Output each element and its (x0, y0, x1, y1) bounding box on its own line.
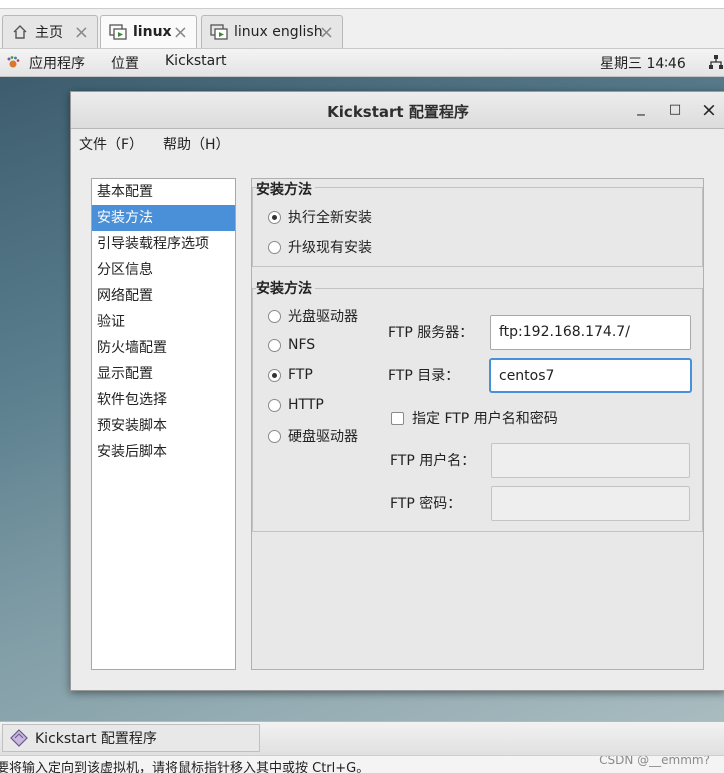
radio-fresh-install[interactable]: 执行全新安装 (268, 207, 372, 227)
minimize-button[interactable]: _ (631, 97, 651, 117)
radio-ftp[interactable]: FTP (268, 367, 313, 383)
nav-item-pre-script[interactable]: 预安装脚本 (92, 413, 235, 439)
radio-button[interactable] (268, 429, 281, 443)
install-type-title: 安装方法 (256, 179, 315, 199)
vm-top-edge (0, 0, 724, 9)
ftp-server-input[interactable]: ftp:192.168.174.7/ (490, 315, 691, 350)
kickstart-app-icon (9, 728, 29, 748)
radio-nfs[interactable]: NFS (268, 337, 315, 353)
radio-label: 光盘驱动器 (288, 309, 358, 325)
close-icon[interactable]: × (173, 22, 188, 43)
category-list: 基本配置 安装方法 引导装载程序选项 分区信息 网络配置 验证 防火墙配置 显示… (91, 178, 236, 670)
gnome-foot-icon (6, 55, 20, 69)
close-icon[interactable]: × (74, 22, 89, 43)
ftp-server-label: FTP 服务器： (388, 325, 474, 341)
close-icon[interactable]: × (319, 22, 334, 43)
radio-button[interactable] (268, 398, 281, 412)
tab-home[interactable]: 主页 × (2, 15, 98, 48)
active-app-menu[interactable]: Kickstart (165, 53, 226, 69)
tab-linux[interactable]: linux × (100, 15, 197, 48)
radio-button[interactable] (268, 240, 281, 254)
vm-status-bar: 要将输入定向到该虚拟机，请将鼠标指针移入其中或按 Ctrl+G。 CSDN @_… (0, 755, 724, 773)
vm-icon (109, 23, 127, 41)
checkbox[interactable] (391, 411, 404, 425)
radio-harddrive[interactable]: 硬盘驱动器 (268, 426, 358, 446)
taskbar: Kickstart 配置程序 (0, 721, 724, 755)
tab-label: linux english (234, 24, 323, 40)
nav-item-packages[interactable]: 软件包选择 (92, 387, 235, 413)
radio-button-checked[interactable] (268, 210, 281, 224)
window-titlebar[interactable]: Kickstart 配置程序 _ □ × (71, 92, 724, 129)
network-icon[interactable] (709, 54, 723, 74)
tab-linux-english[interactable]: linux english × (201, 15, 343, 48)
radio-label: FTP (288, 367, 313, 383)
vm-tab-strip: 主页 × linux × linux english × (0, 0, 724, 49)
status-message: 要将输入定向到该虚拟机，请将鼠标指针移入其中或按 Ctrl+G。 (0, 761, 370, 773)
clock[interactable]: 星期三 14∶46 (600, 53, 686, 73)
radio-label: 升级现有安装 (288, 240, 372, 256)
menu-file[interactable]: 文件（F） (79, 134, 143, 154)
nav-item-firewall[interactable]: 防火墙配置 (92, 335, 235, 361)
window-title: Kickstart 配置程序 (327, 103, 469, 121)
nav-item-partition[interactable]: 分区信息 (92, 257, 235, 283)
nav-item-network[interactable]: 网络配置 (92, 283, 235, 309)
watermark: CSDN @__emmm? (599, 755, 710, 767)
nav-item-display[interactable]: 显示配置 (92, 361, 235, 387)
nav-item-basic[interactable]: 基本配置 (92, 179, 235, 205)
nav-item-post-script[interactable]: 安装后脚本 (92, 439, 235, 465)
radio-label: 硬盘驱动器 (288, 429, 358, 445)
top-panel: 应用程序 位置 Kickstart 星期三 14∶46 (0, 49, 724, 77)
maximize-button[interactable]: □ (665, 100, 685, 120)
ftp-auth-checkbox-row[interactable]: 指定 FTP 用户名和密码 (391, 408, 558, 428)
ftp-directory-input[interactable]: centos7 (490, 359, 691, 392)
radio-button-checked[interactable] (268, 368, 281, 382)
install-method-panel: 安装方法 执行全新安装 升级现有安装 安装方法 光盘驱动器 NFS FTP HT… (251, 178, 704, 670)
close-button[interactable]: × (699, 100, 719, 120)
nav-item-bootloader[interactable]: 引导装载程序选项 (92, 231, 235, 257)
vm-icon (210, 23, 228, 41)
tab-label: 主页 (35, 25, 63, 41)
radio-label: NFS (288, 337, 316, 353)
menu-help[interactable]: 帮助（H） (163, 134, 230, 154)
taskbar-item-kickstart[interactable]: Kickstart 配置程序 (2, 724, 260, 752)
nav-item-install-method[interactable]: 安装方法 (92, 205, 235, 231)
ftp-directory-label: FTP 目录： (388, 368, 460, 384)
nav-item-auth[interactable]: 验证 (92, 309, 235, 335)
home-icon (11, 23, 29, 41)
ftp-password-input[interactable] (491, 486, 690, 521)
menu-bar: 文件（F） 帮助（H） (71, 129, 724, 157)
places-menu[interactable]: 位置 (111, 53, 139, 73)
ftp-username-label: FTP 用户名： (390, 453, 476, 469)
install-source-title: 安装方法 (256, 278, 315, 298)
radio-cdrom[interactable]: 光盘驱动器 (268, 306, 358, 326)
radio-button[interactable] (268, 338, 281, 352)
ftp-auth-checkbox-label: 指定 FTP 用户名和密码 (412, 411, 558, 427)
tab-label: linux (133, 24, 172, 40)
applications-menu[interactable]: 应用程序 (29, 53, 85, 73)
ftp-username-input[interactable] (491, 443, 690, 478)
radio-http[interactable]: HTTP (268, 397, 324, 413)
radio-button[interactable] (268, 309, 281, 323)
radio-label: HTTP (288, 397, 324, 413)
radio-upgrade[interactable]: 升级现有安装 (268, 237, 372, 257)
radio-label: 执行全新安装 (288, 210, 372, 226)
ftp-password-label: FTP 密码： (390, 496, 462, 512)
kickstart-window: Kickstart 配置程序 _ □ × 文件（F） 帮助（H） 基本配置 安装… (70, 91, 724, 691)
taskbar-item-label: Kickstart 配置程序 (35, 731, 157, 747)
